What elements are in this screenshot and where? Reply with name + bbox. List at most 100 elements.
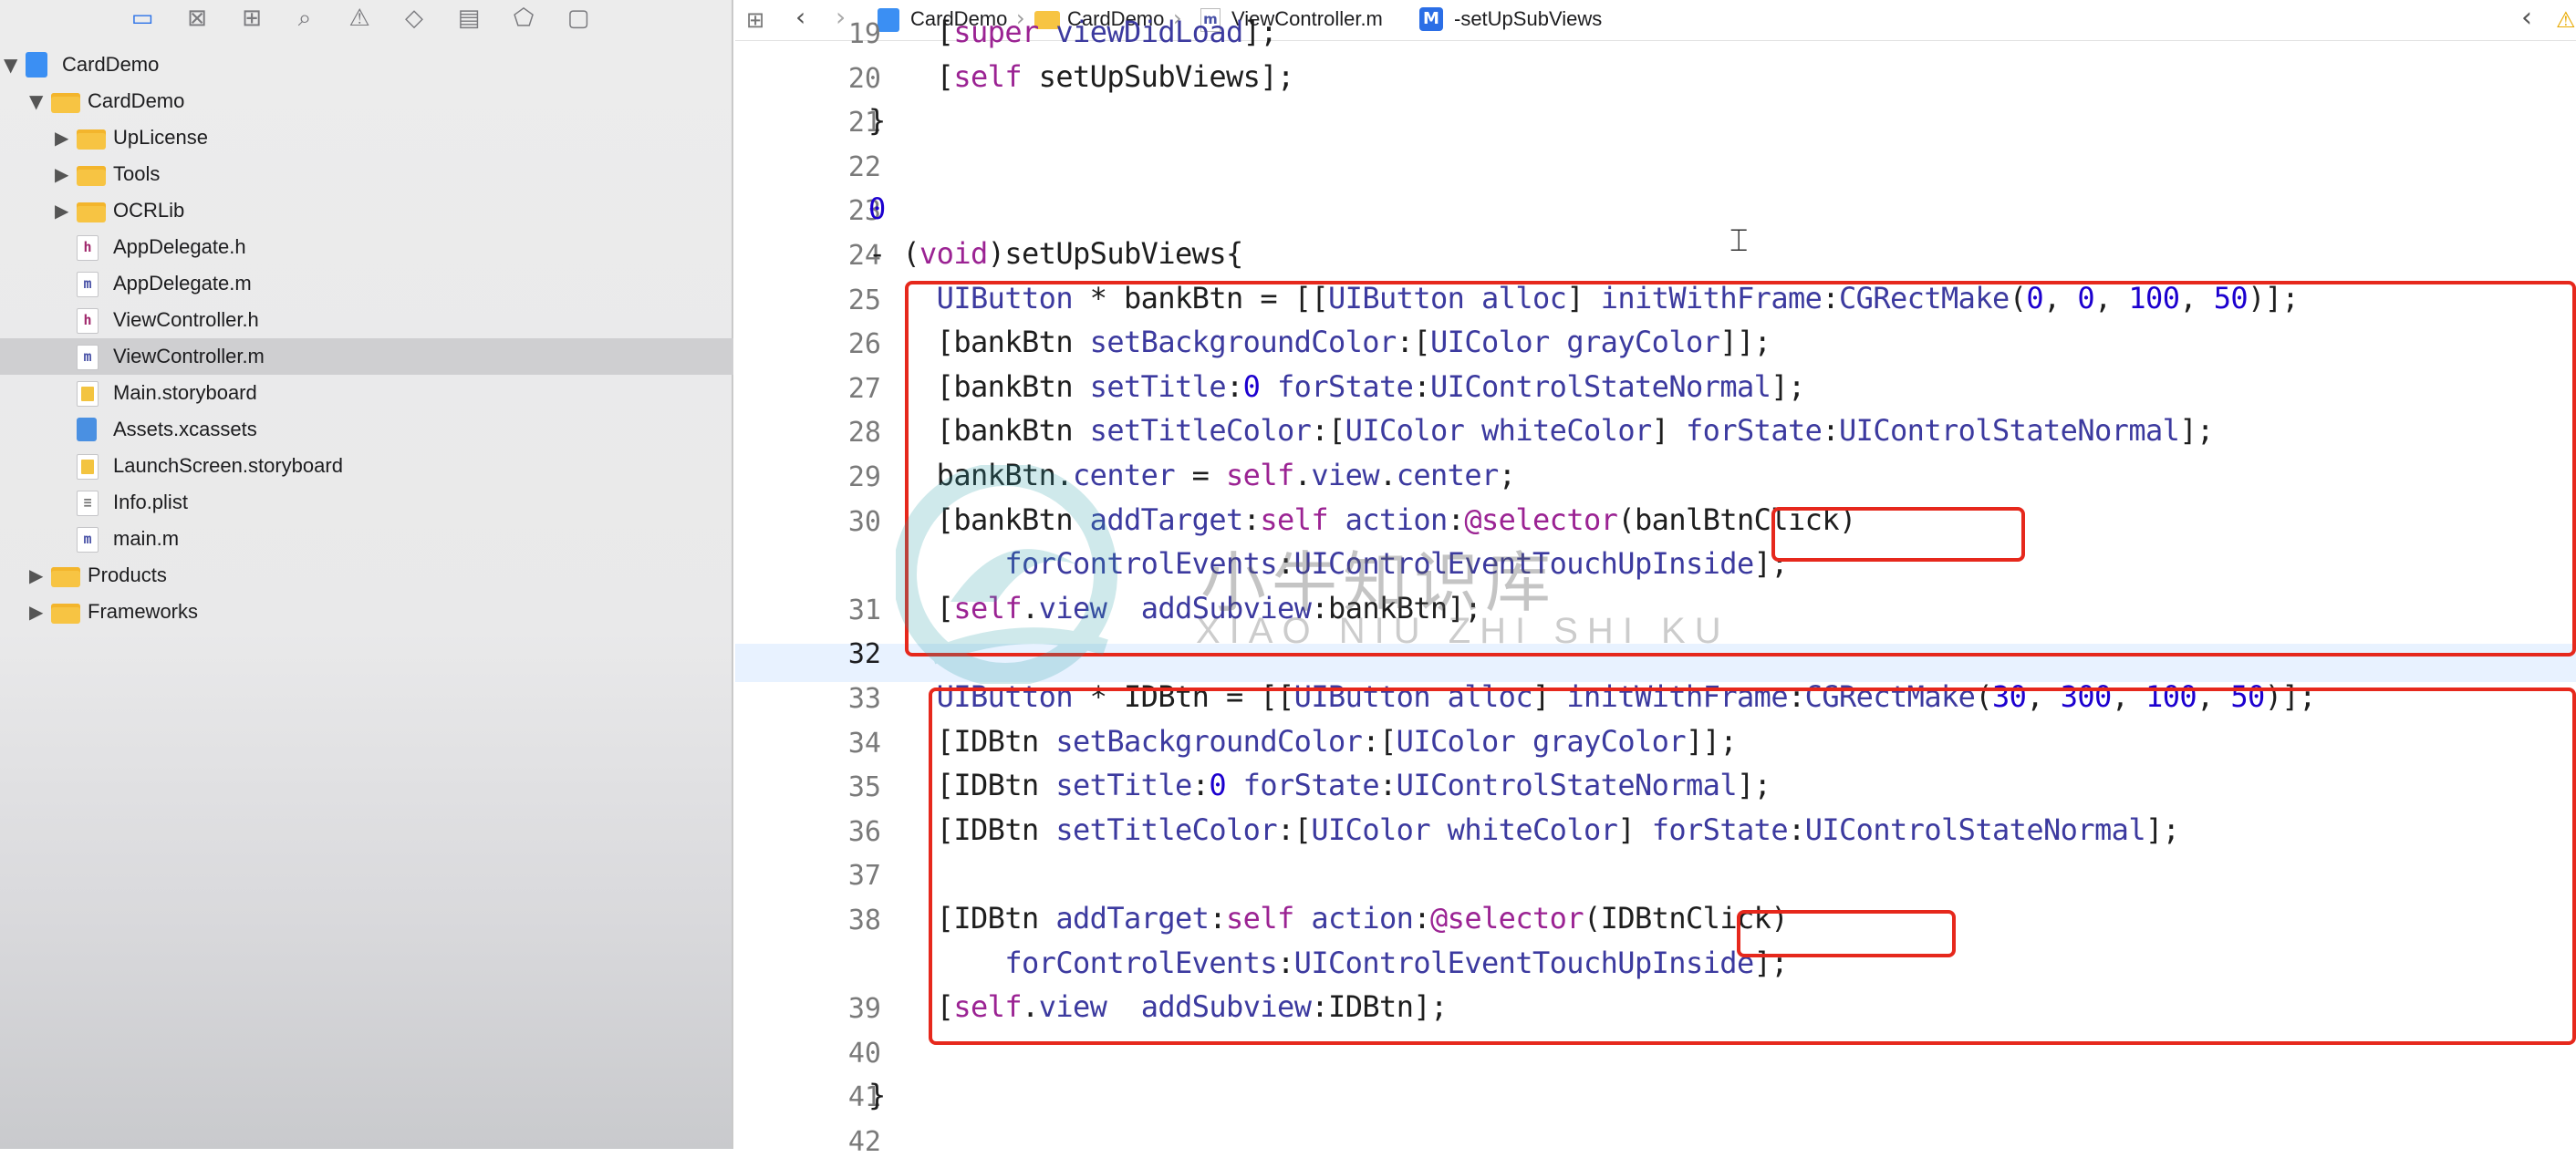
debug-icon[interactable]: ▤ [454,4,483,33]
tree-item-label: OCRLib [113,199,185,222]
header-file-icon: h [77,235,99,261]
code-line[interactable]: [super viewDidLoad]; [868,15,1278,49]
tree-item[interactable]: m ViewController.m [0,338,733,375]
folder-icon [51,604,80,624]
storyboard-icon [77,381,99,407]
tree-item[interactable]: m main.m [0,521,733,557]
highlight-box-id-button [929,688,2576,1045]
tree-item[interactable]: ▶ Products [0,557,733,594]
tree-item[interactable]: m AppDelegate.m [0,265,733,302]
breadcrumb-method[interactable]: -setUpSubViews [1454,5,1602,33]
tree-item[interactable]: ▶ Frameworks [0,594,733,630]
tree-item-label: UpLicense [113,126,208,149]
code-line[interactable]: } [868,103,886,138]
tree-item[interactable]: ▼ CardDemo [0,83,733,119]
line-number: 37 [847,860,881,893]
m-file-icon: m [77,527,99,553]
method-icon: M [1419,7,1443,31]
tree-item[interactable]: ▶ Tools [0,156,733,192]
header-file-icon: h [77,308,99,334]
line-number: 27 [847,372,881,405]
folder-icon [77,202,106,222]
text-cursor-icon: ⌶ [1729,222,1749,259]
code-line[interactable]: 0 [868,191,886,226]
report-icon[interactable]: ▢ [564,4,593,33]
tree-item-label: Tools [113,162,161,185]
warning-icon[interactable]: ⚠ [345,4,374,33]
line-number: 24 [847,240,881,272]
watermark-logo [896,465,1117,684]
folder-icon [51,93,80,113]
disclosure-collapsed-icon[interactable]: ▶ [29,563,43,588]
breakpoint-icon[interactable]: ⬠ [509,4,538,33]
tree-item[interactable]: ▼ CardDemo [0,47,733,83]
line-number: 29 [847,461,881,493]
code-editor[interactable]: ⊞ ‹ › CardDemo › CardDemo › m ViewContro… [735,0,2576,1158]
line-number-gutter: 19 20 21 22 23 24 25 26 27 28 29 30 31 32 33 34 35 36 37 38… [735,18,881,1158]
tree-item-label: Main.storyboard [113,381,257,404]
code-line[interactable]: [self setUpSubViews]; [868,59,1295,94]
disclosure-collapsed-icon[interactable]: ▶ [55,198,68,223]
tree-item-label: ViewController.m [113,345,265,367]
folder-icon[interactable]: ▭ [128,4,157,33]
tree-item-label: CardDemo [62,53,160,76]
hierarchy-icon[interactable]: ⊞ [237,4,266,33]
line-number: 31 [847,594,881,626]
line-number: 23 [847,195,881,228]
line-number: 34 [847,727,881,760]
tree-item[interactable]: Assets.xcassets [0,411,733,448]
warning-icon[interactable]: ⚠ [2556,7,2576,33]
line-number: 22 [847,150,881,183]
plist-icon: ≡ [77,491,99,516]
highlight-box-banl-selector [1771,507,2025,562]
project-navigator: ▭ ⊠ ⊞ ⌕ ⚠ ◇ ▤ ⬠ ▢ ▼ CardDemo ▼ CardDemo ▶ UpL… [0,0,733,1149]
disclosure-collapsed-icon[interactable]: ▶ [55,161,68,187]
tree-item[interactable]: ▶ UpLicense [0,119,733,156]
tree-item[interactable]: Main.storyboard [0,375,733,411]
search-icon[interactable]: ⌕ [290,4,319,33]
folder-icon [77,166,106,186]
line-number: 21 [847,107,881,140]
tree-item-label: ViewController.h [113,308,259,331]
tree-item[interactable]: ▶ OCRLib [0,192,733,229]
code-line[interactable]: - (void)setUpSubViews{ [868,236,1243,271]
tree-item-label: AppDelegate.m [113,272,252,295]
source-control-icon[interactable]: ⊠ [182,4,212,33]
disclosure-expanded-icon[interactable]: ▼ [29,88,43,114]
tree-item[interactable]: ≡ Info.plist [0,484,733,521]
disclosure-collapsed-icon[interactable]: ▶ [55,125,68,150]
tree-item-label: AppDelegate.h [113,235,246,258]
line-number: 26 [847,328,881,361]
navigator-toolbar: ▭ ⊠ ⊞ ⌕ ⚠ ◇ ▤ ⬠ ▢ [0,0,733,40]
line-number: 30 [847,505,881,538]
watermark-subtext: XIAO NIU ZHI SHI KU [1196,611,1730,651]
chevron-left-icon[interactable]: ‹ [2521,2,2532,34]
line-number: 41 [847,1081,881,1114]
tree-item-label: Assets.xcassets [113,418,257,440]
folder-icon [77,129,106,150]
line-number: 38 [847,905,881,936]
line-number: 36 [847,815,881,848]
code-line[interactable]: } [868,1078,886,1112]
highlight-box-id-selector [1737,910,1956,957]
m-file-icon: m [77,272,99,297]
disclosure-collapsed-icon[interactable]: ▶ [29,599,43,625]
disclosure-expanded-icon[interactable]: ▼ [4,52,17,78]
line-number: 39 [847,993,881,1026]
line-number: 35 [847,771,881,804]
tree-item-label: Info.plist [113,491,188,513]
storyboard-icon [77,454,99,480]
tree-item[interactable]: h AppDelegate.h [0,229,733,265]
tree-item-label: Frameworks [88,600,199,623]
project-icon [26,52,47,78]
line-number: 32 [847,638,881,671]
line-number: 25 [847,284,881,316]
tree-item[interactable]: LaunchScreen.storyboard [0,448,733,484]
tree-item[interactable]: h ViewController.h [0,302,733,338]
test-icon[interactable]: ◇ [400,4,429,33]
line-number: 19 [847,18,881,50]
line-number: 40 [847,1037,881,1070]
line-number: 28 [847,417,881,450]
line-number: 20 [847,62,881,95]
tree-item-label: main.m [113,527,180,550]
